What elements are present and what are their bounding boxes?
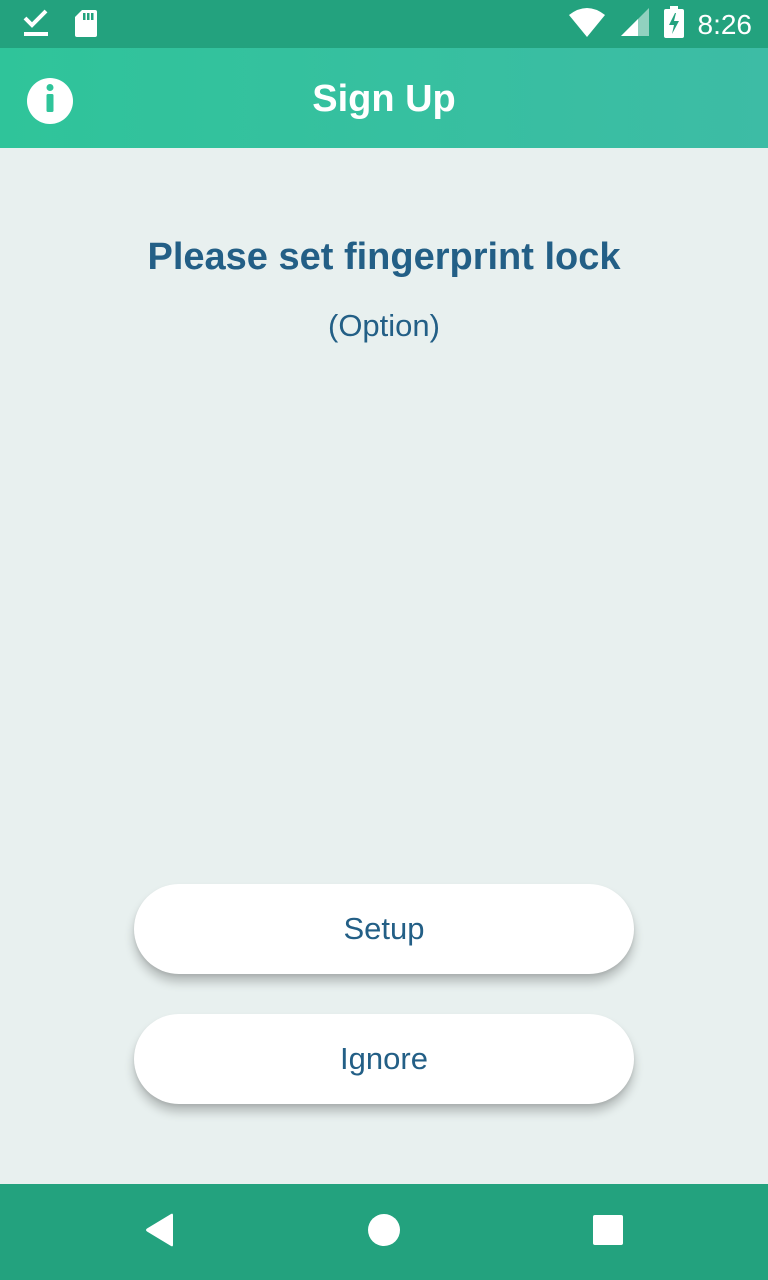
nav-back-button[interactable] bbox=[136, 1208, 184, 1256]
back-icon bbox=[143, 1212, 177, 1253]
battery-charging-icon bbox=[663, 6, 684, 43]
status-right-icons: 8:26 bbox=[568, 6, 753, 43]
download-done-icon bbox=[22, 8, 50, 43]
nav-recents-button[interactable] bbox=[584, 1208, 632, 1256]
setup-button[interactable]: Setup bbox=[134, 884, 634, 974]
fingerprint-heading: Please set fingerprint lock bbox=[147, 236, 621, 278]
status-left-icons bbox=[22, 8, 98, 43]
cell-signal-icon bbox=[620, 7, 650, 42]
nav-home-button[interactable] bbox=[360, 1208, 408, 1256]
sd-card-icon bbox=[74, 8, 98, 43]
recents-icon bbox=[592, 1214, 624, 1251]
option-subheading: (Option) bbox=[328, 308, 440, 343]
page-title: Sign Up bbox=[312, 78, 456, 120]
navigation-bar bbox=[0, 1184, 768, 1280]
ignore-button[interactable]: Ignore bbox=[134, 1014, 634, 1104]
app-bar: Sign Up bbox=[0, 48, 768, 148]
wifi-icon bbox=[568, 7, 606, 42]
screen: 8:26 Sign Up Please set fingerprint lock… bbox=[0, 0, 768, 1280]
status-time: 8:26 bbox=[697, 8, 753, 40]
status-bar: 8:26 bbox=[0, 0, 768, 48]
home-icon bbox=[367, 1213, 401, 1252]
